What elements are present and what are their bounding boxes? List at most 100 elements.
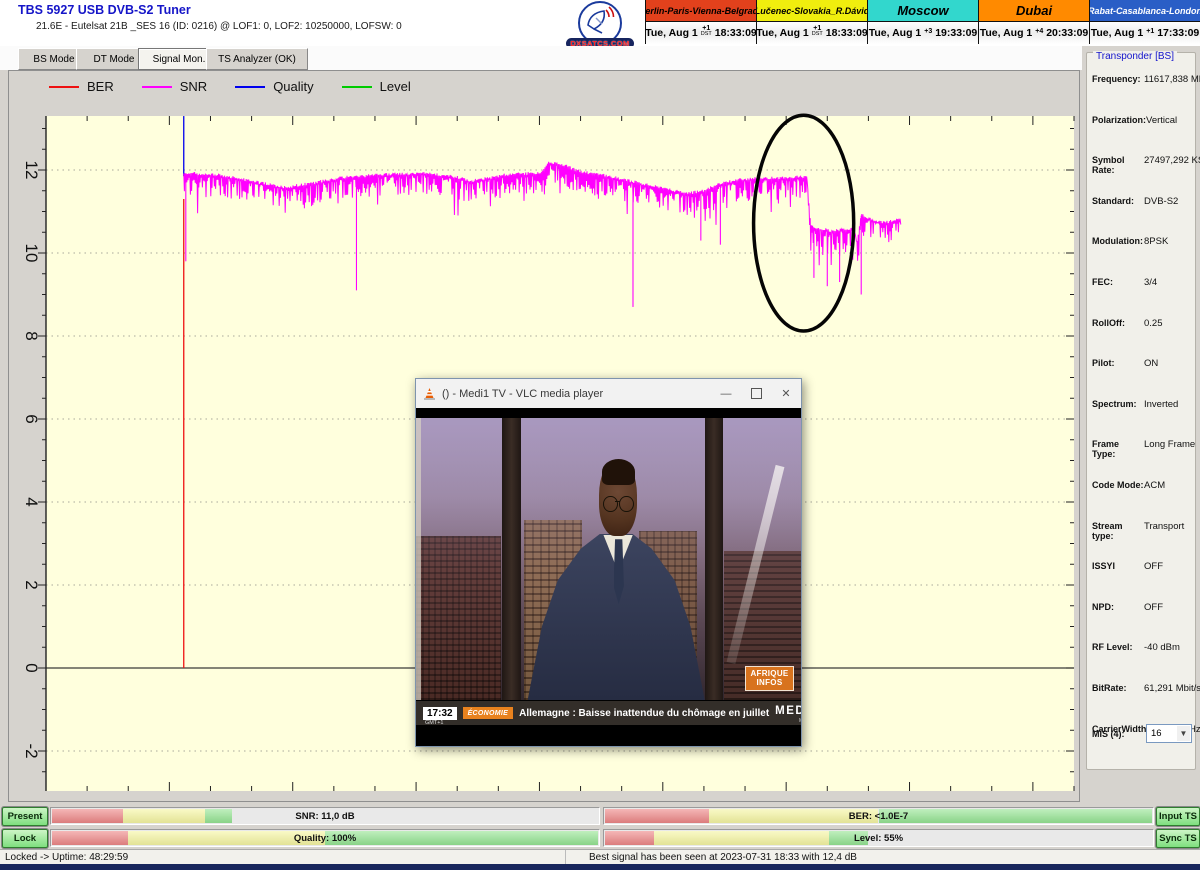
clock-time: Tue, Aug 1 +1 17:33:09 — [1090, 22, 1200, 44]
transponder-label: Frequency: — [1092, 74, 1144, 84]
clock-date: Tue, Aug 1 — [980, 27, 1033, 39]
present-button[interactable]: Present — [2, 807, 48, 826]
clock-date: Tue, Aug 1 — [645, 27, 698, 39]
tbs-tuner-app: TBS 5927 USB DVB-S2 Tuner 21.6E - Eutels… — [0, 0, 1200, 870]
glasses-icon — [619, 496, 634, 513]
set-edge — [416, 418, 421, 700]
lock-button[interactable]: Lock — [2, 829, 48, 848]
svg-text:8: 8 — [22, 331, 41, 340]
clock-rabat: Rabat-Casablanca-London Tue, Aug 1 +1 17… — [1089, 0, 1200, 44]
best-signal-status: Best signal has been seen at 2023-07-31 … — [561, 850, 1200, 865]
transponder-row: Stream type: Transport — [1092, 518, 1193, 559]
legend-color-line — [235, 86, 265, 88]
chart-legend: BER SNR Quality Level — [49, 79, 411, 94]
svg-text:4: 4 — [22, 497, 41, 506]
clock-city-label: Berlin-Paris-Vienna-Belgrade — [646, 0, 756, 22]
transponder-value: Long Frame — [1144, 439, 1195, 450]
mis-dropdown[interactable]: 16 ▼ — [1146, 724, 1192, 743]
transponder-groupbox: Transponder [BS] Frequency: 11617,838 MH… — [1086, 52, 1196, 770]
transponder-label: Pilot: — [1092, 358, 1144, 368]
mis-label: MIS (4): — [1092, 729, 1144, 739]
svg-text:2: 2 — [22, 580, 41, 589]
letterbox-top — [416, 408, 801, 418]
dxsatcs-logo: DXSATCS.COM — [566, 1, 634, 49]
transponder-row: ISSYI OFF — [1092, 558, 1193, 599]
clock-city-label: Rabat-Casablanca-London — [1090, 0, 1200, 22]
clock-tz: +1DST — [701, 25, 712, 38]
logo-subtext: MAGHREB — [775, 719, 801, 724]
input-ts-button[interactable]: Input TS — [1156, 807, 1200, 826]
clock-city-label: Moscow — [868, 0, 978, 22]
news-studio-scene — [416, 418, 801, 700]
legend-item: SNR — [142, 79, 207, 94]
mis-value: 16 — [1151, 728, 1162, 739]
world-clocks: Berlin-Paris-Vienna-Belgrade Tue, Aug 1 … — [645, 0, 1200, 44]
vlc-window-title: () - Medi1 TV - VLC media player — [442, 388, 705, 400]
legend-item: Quality — [235, 79, 313, 94]
transponder-label: Code Mode: — [1092, 480, 1144, 490]
transponder-row: BitRate: 61,291 Mbit/s — [1092, 680, 1193, 721]
window-frame — [502, 418, 520, 700]
clock-city-label: Lučenec-Slovakia_R.Dávid — [757, 0, 867, 22]
clock-tz: +3 — [924, 28, 932, 35]
mode-tabstrip: BS Mode DT Mode Signal Mon. TS Analyzer … — [0, 46, 1082, 70]
clock-time: Tue, Aug 1 +3 19:33:09 — [868, 22, 978, 44]
transponder-value: ON — [1144, 358, 1158, 369]
transponder-row: Pilot: ON — [1092, 355, 1193, 396]
snr-bar: SNR: 11,0 dB — [50, 807, 600, 825]
satellite-subtitle: 21.6E - Eutelsat 21B _SES 16 (ID: 0216) … — [36, 21, 402, 32]
ticker-time: 17:32GMT+1 — [423, 707, 457, 720]
transponder-value: 27497,292 KS/s — [1144, 155, 1200, 166]
transponder-row: Standard: DVB-S2 — [1092, 193, 1193, 234]
vlc-video-area[interactable]: AFRIQUE INFOS 17:32GMT+1 ÉCONOMIE Allema… — [416, 408, 801, 746]
vlc-window[interactable]: () - Medi1 TV - VLC media player — ✕ — [415, 378, 802, 747]
transponder-row: RollOff: 0.25 — [1092, 315, 1193, 356]
groupbox-title: Transponder [BS] — [1093, 51, 1177, 62]
transponder-row: RF Level: -40 dBm — [1092, 639, 1193, 680]
clock-hms: 18:33:09 — [826, 27, 868, 39]
transponder-label: Stream type: — [1092, 521, 1144, 541]
clock-hms: 20:33:09 — [1046, 27, 1088, 39]
transponder-value: Vertical — [1146, 115, 1177, 126]
transponder-label: RF Level: — [1092, 642, 1144, 652]
legend-label: BER — [87, 79, 114, 94]
transponder-label: Polarization: — [1092, 115, 1146, 125]
badge-line1: AFRIQUE — [746, 669, 793, 679]
mis-row: MIS (4): 16 ▼ — [1092, 724, 1192, 743]
minimize-button[interactable]: — — [711, 379, 741, 408]
transponder-row: Frequency: 11617,838 MHz — [1092, 71, 1193, 112]
svg-text:6: 6 — [22, 414, 41, 423]
legend-label: Level — [380, 79, 411, 94]
afrique-infos-badge: AFRIQUE INFOS — [745, 666, 794, 691]
app-title: TBS 5927 USB DVB-S2 Tuner — [18, 3, 191, 17]
ber-bar: BER: <1.0E-7 — [603, 807, 1154, 825]
chevron-down-icon[interactable]: ▼ — [1177, 726, 1190, 741]
tab-ts-analyzer[interactable]: TS Analyzer (OK) — [206, 48, 308, 70]
maximize-icon — [751, 388, 762, 399]
transponder-row: Frame Type: Long Frame — [1092, 436, 1193, 477]
glasses-bridge — [615, 501, 620, 503]
maximize-button[interactable] — [741, 379, 771, 408]
clock-hms: 19:33:09 — [935, 27, 977, 39]
transponder-value: Transport — [1144, 521, 1184, 532]
sync-ts-button[interactable]: Sync TS — [1156, 829, 1200, 848]
legend-label: Quality — [273, 79, 313, 94]
status-bar: Locked -> Uptime: 48:29:59 Best signal h… — [0, 849, 1200, 865]
clock-hms: 17:33:09 — [1157, 27, 1199, 39]
clock-hms: 18:33:09 — [715, 27, 757, 39]
close-button[interactable]: ✕ — [771, 379, 801, 408]
level-bar: Level: 55% — [603, 829, 1154, 847]
header: TBS 5927 USB DVB-S2 Tuner 21.6E - Eutels… — [0, 0, 1200, 48]
legend-item: Level — [342, 79, 411, 94]
letterbox-bottom — [416, 725, 801, 746]
clock-time: Tue, Aug 1 +1DST 18:33:09 — [757, 22, 867, 44]
transponder-label: FEC: — [1092, 277, 1144, 287]
transponder-label: RollOff: — [1092, 318, 1144, 328]
ticker-headline: Allemagne : Baisse inattendue du chômage… — [519, 708, 769, 719]
transponder-rows: Frequency: 11617,838 MHz Polarization: V… — [1092, 71, 1193, 761]
transponder-value: Inverted — [1144, 399, 1178, 410]
legend-color-line — [342, 86, 372, 88]
svg-text:0: 0 — [22, 663, 41, 672]
vlc-titlebar[interactable]: () - Medi1 TV - VLC media player — ✕ — [416, 379, 801, 408]
svg-text:10: 10 — [22, 244, 41, 263]
